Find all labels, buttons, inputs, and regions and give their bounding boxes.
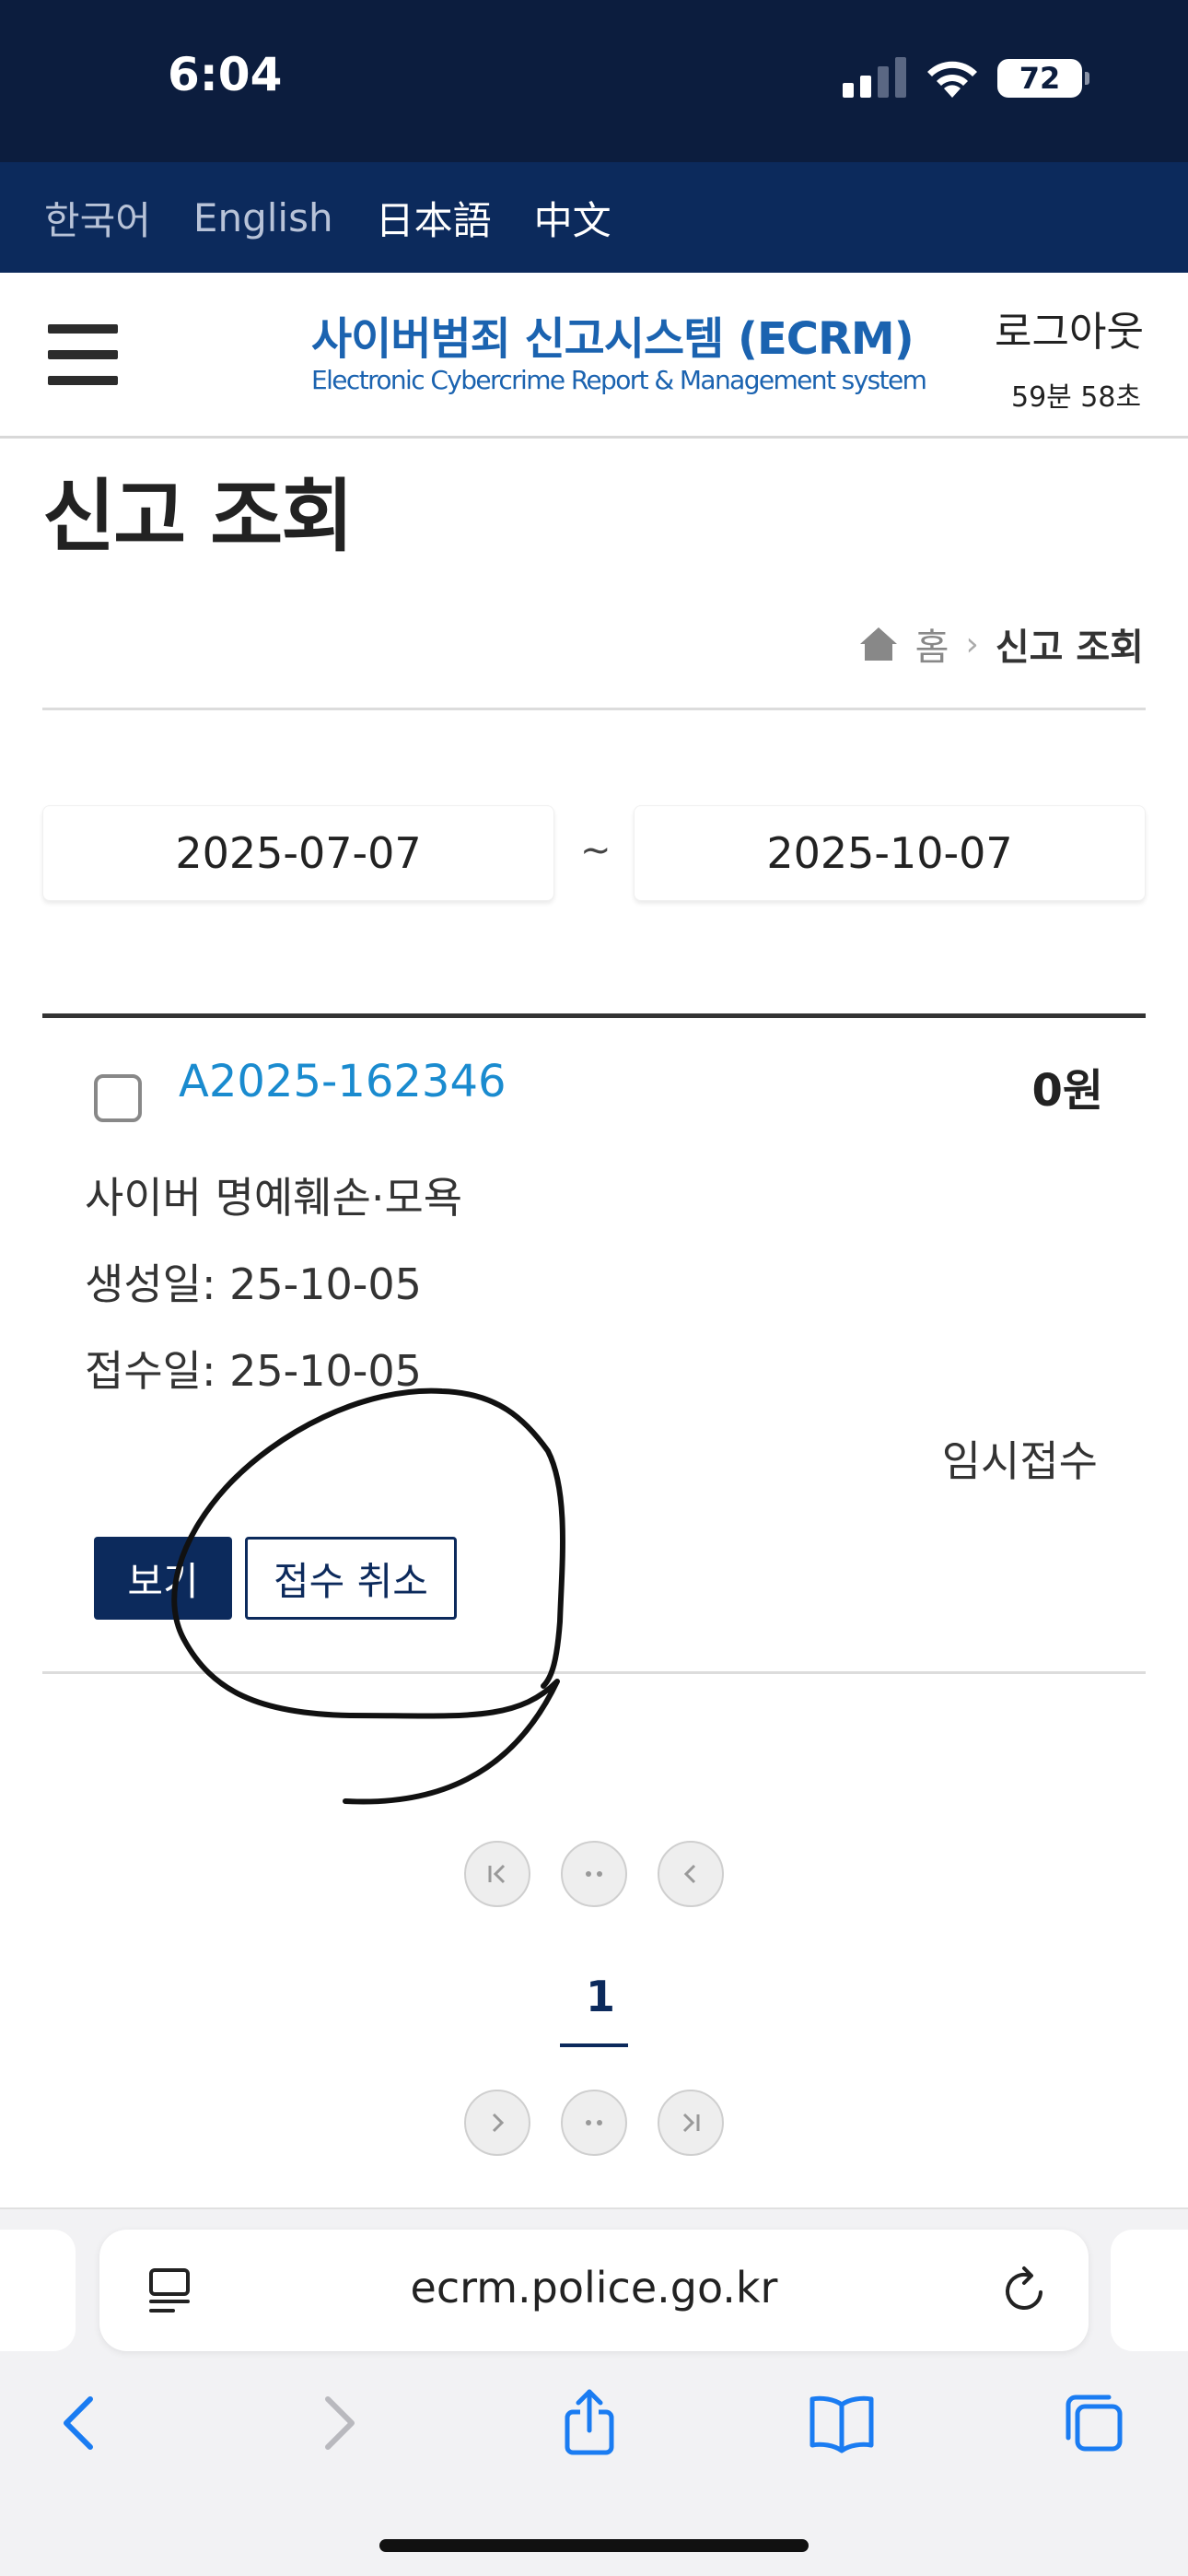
date-to-field[interactable]: 2025-10-07 [634,805,1146,901]
last-page-icon[interactable] [658,2090,724,2156]
current-page-underline [560,2043,628,2047]
list-bottom-border [42,1671,1146,1674]
site-logo-subtitle: Electronic Cybercrime Report & Managemen… [311,365,927,395]
share-icon[interactable] [553,2386,626,2460]
status-bar: 6:04 72 [0,0,1188,162]
date-separator: ~ [580,829,611,872]
lang-chinese[interactable]: 中文 [534,190,611,246]
home-indicator [379,2539,809,2552]
report-checkbox[interactable] [94,1074,142,1122]
site-logo-title[interactable]: 사이버범죄 신고시스템 (ECRM) [311,302,914,367]
breadcrumb-home[interactable]: 홈 [915,617,949,671]
back-icon[interactable] [42,2386,116,2460]
breadcrumb-separator: › [965,625,979,663]
report-created-date: 생성일: 25-10-05 [85,1259,422,1309]
report-received-date: 접수일: 25-10-05 [85,1346,422,1396]
previous-page-icon[interactable] [658,1841,724,1907]
forward-icon[interactable] [302,2386,376,2460]
report-status: 임시접수 [941,1436,1098,1486]
lang-english[interactable]: English [193,195,333,240]
previous-tab-peek[interactable] [0,2230,76,2351]
previous-group-icon[interactable] [561,1841,627,1907]
list-top-border [42,1013,1146,1018]
reload-icon[interactable] [1000,2265,1050,2316]
date-from-field[interactable]: 2025-07-07 [42,805,554,901]
bookmarks-icon[interactable] [805,2386,879,2460]
home-icon[interactable] [858,626,899,662]
breadcrumb: 홈 › 신고 조회 [858,617,1144,671]
tabs-icon[interactable] [1057,2386,1131,2460]
status-time: 6:04 [168,48,283,101]
cancel-receipt-button[interactable]: 접수 취소 [245,1537,457,1620]
report-type: 사이버 명예훼손·모욕 [85,1173,463,1223]
divider [42,708,1146,710]
cellular-signal-icon [843,57,906,98]
view-button[interactable]: 보기 [94,1537,232,1620]
report-id-link[interactable]: A2025-162346 [179,1056,507,1107]
breadcrumb-current: 신고 조회 [995,626,1144,669]
hamburger-menu-icon[interactable] [48,324,118,385]
language-bar: 한국어 English 日本語 中文 [0,162,1188,273]
logout-button[interactable]: 로그아웃 [995,299,1144,357]
first-page-icon[interactable] [464,1841,530,1907]
next-tab-peek[interactable] [1111,2230,1188,2351]
wifi-icon [927,61,977,98]
next-page-icon[interactable] [464,2090,530,2156]
page-title: 신고 조회 [42,471,354,563]
lang-japanese[interactable]: 日本語 [376,190,492,246]
lang-korean[interactable]: 한국어 [44,190,151,246]
session-timer: 59분 58초 [1011,381,1142,414]
current-page-number[interactable]: 1 [573,1972,628,2021]
next-group-icon[interactable] [561,2090,627,2156]
battery-indicator: 72 [997,59,1089,98]
report-amount: 0원 [1031,1065,1103,1117]
url-text[interactable]: ecrm.police.go.kr [99,2263,1089,2313]
